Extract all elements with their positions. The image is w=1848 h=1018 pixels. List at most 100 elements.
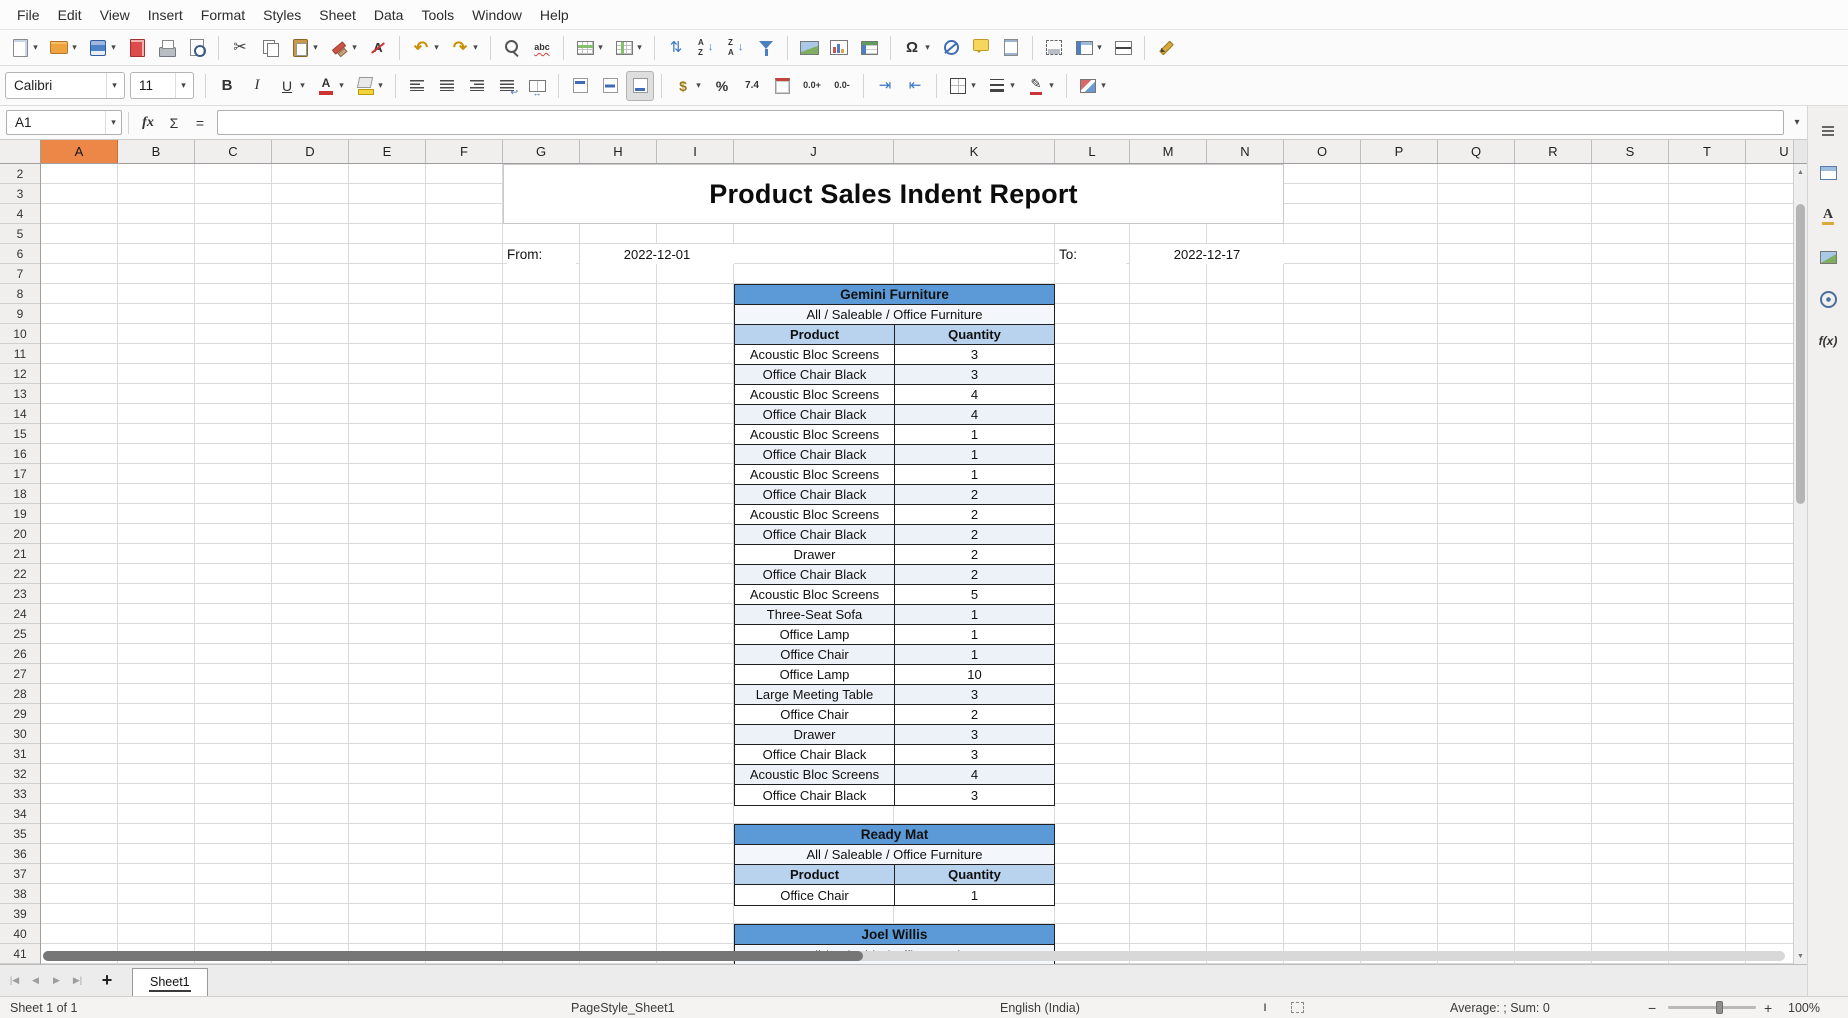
sidebar-navigator-button[interactable] — [1813, 284, 1843, 314]
horizontal-scrollbar-thumb[interactable] — [43, 951, 863, 961]
chevron-down-icon[interactable] — [337, 80, 346, 91]
chevron-down-icon[interactable] — [1047, 80, 1056, 91]
clone-formatting-button[interactable] — [325, 33, 362, 63]
row-header-23[interactable]: 23 — [0, 584, 40, 604]
align-bottom-button[interactable] — [626, 71, 654, 101]
zoom-out-button[interactable]: − — [1648, 997, 1656, 1018]
insert-columns-button[interactable] — [610, 33, 647, 63]
menu-window[interactable]: Window — [463, 0, 531, 29]
next-sheet-button[interactable]: ▶ — [46, 970, 67, 992]
undo-button[interactable]: ↶ — [407, 33, 444, 63]
column-header-n[interactable]: N — [1207, 140, 1284, 163]
column-header-j[interactable]: J — [734, 140, 894, 163]
row-header-18[interactable]: 18 — [0, 484, 40, 504]
vertical-scrollbar[interactable] — [1793, 164, 1807, 964]
chevron-down-icon[interactable] — [70, 42, 79, 53]
row-header-8[interactable]: 8 — [0, 284, 40, 304]
menu-edit[interactable]: Edit — [49, 0, 91, 29]
row-header-38[interactable]: 38 — [0, 884, 40, 904]
row-header-36[interactable]: 36 — [0, 844, 40, 864]
chevron-down-icon[interactable] — [106, 73, 122, 98]
new-document-button[interactable] — [6, 33, 43, 63]
row-header-25[interactable]: 25 — [0, 624, 40, 644]
insert-pivot-table-button[interactable] — [855, 33, 883, 63]
row-header-24[interactable]: 24 — [0, 604, 40, 624]
column-header-m[interactable]: M — [1130, 140, 1207, 163]
chevron-down-icon[interactable] — [105, 111, 121, 134]
chevron-down-icon[interactable] — [298, 80, 307, 91]
chevron-down-icon[interactable] — [376, 80, 385, 91]
clear-formatting-button[interactable]: A — [364, 33, 392, 63]
define-print-area-button[interactable] — [1040, 33, 1068, 63]
formula-button[interactable]: = — [187, 110, 213, 136]
chevron-down-icon[interactable] — [432, 42, 441, 53]
select-function-button[interactable]: Σ — [161, 110, 187, 136]
chevron-down-icon[interactable] — [969, 80, 978, 91]
delete-decimal-place-button[interactable]: 0.0- — [828, 71, 856, 101]
row-header-34[interactable]: 34 — [0, 804, 40, 824]
column-header-b[interactable]: B — [118, 140, 195, 163]
previous-sheet-button[interactable]: ◀ — [25, 970, 46, 992]
sidebar-styles-button[interactable]: A — [1813, 200, 1843, 230]
menu-tools[interactable]: Tools — [412, 0, 463, 29]
chevron-down-icon[interactable] — [1099, 80, 1108, 91]
insert-chart-button[interactable] — [825, 33, 853, 63]
row-header-22[interactable]: 22 — [0, 564, 40, 584]
redo-button[interactable]: ↷ — [446, 33, 483, 63]
align-left-button[interactable] — [403, 71, 431, 101]
row-header-16[interactable]: 16 — [0, 444, 40, 464]
format-as-percent-button[interactable]: % — [708, 71, 736, 101]
row-header-15[interactable]: 15 — [0, 424, 40, 444]
zoom-in-button[interactable]: + — [1764, 997, 1772, 1018]
borders-button[interactable] — [944, 71, 981, 101]
conditional-formatting-button[interactable] — [1074, 71, 1111, 101]
menu-data[interactable]: Data — [365, 0, 413, 29]
row-header-12[interactable]: 12 — [0, 364, 40, 384]
vertical-scrollbar-thumb[interactable] — [1796, 204, 1805, 504]
chevron-down-icon[interactable] — [1008, 80, 1017, 91]
column-header-h[interactable]: H — [580, 140, 657, 163]
chevron-down-icon[interactable] — [311, 42, 320, 53]
row-header-30[interactable]: 30 — [0, 724, 40, 744]
wrap-text-button[interactable] — [493, 71, 521, 101]
menu-format[interactable]: Format — [192, 0, 254, 29]
save-button[interactable] — [84, 33, 121, 63]
paste-button[interactable] — [286, 33, 323, 63]
row-header-2[interactable]: 2 — [0, 164, 40, 184]
find-and-replace-button[interactable] — [498, 33, 526, 63]
autofilter-button[interactable] — [752, 33, 780, 63]
first-sheet-button[interactable]: |◀ — [4, 970, 25, 992]
row-header-40[interactable]: 40 — [0, 924, 40, 944]
row-header-26[interactable]: 26 — [0, 644, 40, 664]
border-color-button[interactable]: ✎ — [1022, 71, 1059, 101]
row-header-11[interactable]: 11 — [0, 344, 40, 364]
chevron-down-icon[interactable] — [471, 42, 480, 53]
format-as-number-button[interactable]: 7.4 — [738, 71, 766, 101]
row-header-19[interactable]: 19 — [0, 504, 40, 524]
chevron-down-icon[interactable] — [694, 80, 703, 91]
row-header-29[interactable]: 29 — [0, 704, 40, 724]
decrease-indent-button[interactable]: ⇤ — [901, 71, 929, 101]
zoom-level[interactable]: 100% — [1788, 997, 1820, 1018]
column-header-q[interactable]: Q — [1438, 140, 1515, 163]
column-header-t[interactable]: T — [1669, 140, 1746, 163]
chevron-down-icon[interactable] — [350, 42, 359, 53]
border-style-button[interactable] — [983, 71, 1020, 101]
format-as-currency-button[interactable]: $ — [669, 71, 706, 101]
insert-rows-button[interactable] — [571, 33, 608, 63]
sidebar-properties-button[interactable] — [1813, 158, 1843, 188]
sidebar-gallery-button[interactable] — [1813, 242, 1843, 272]
column-header-e[interactable]: E — [349, 140, 426, 163]
horizontal-scrollbar[interactable] — [43, 951, 1785, 961]
sort-descending-button[interactable]: ↓ — [722, 33, 750, 63]
chevron-down-icon[interactable] — [923, 42, 932, 53]
headers-and-footers-button[interactable] — [997, 33, 1025, 63]
cut-button[interactable]: ✂ — [226, 33, 254, 63]
center-vertically-button[interactable] — [596, 71, 624, 101]
menu-view[interactable]: View — [91, 0, 139, 29]
column-header-s[interactable]: S — [1592, 140, 1669, 163]
copy-button[interactable] — [256, 33, 284, 63]
chevron-down-icon[interactable] — [109, 42, 118, 53]
split-window-button[interactable] — [1109, 33, 1137, 63]
align-right-button[interactable] — [463, 71, 491, 101]
